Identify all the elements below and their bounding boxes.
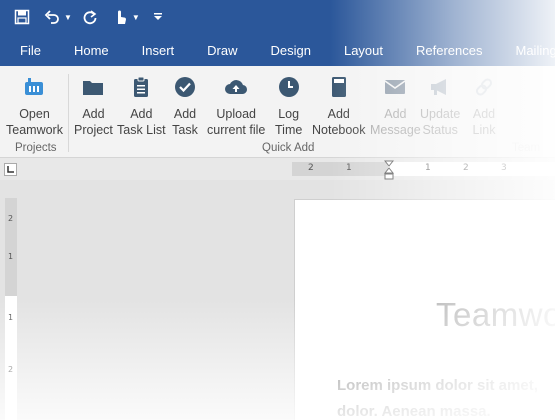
add-project-label-2: Project	[74, 123, 113, 137]
link-icon	[471, 74, 497, 100]
log-time-label-2: Time	[275, 123, 303, 137]
redo-icon[interactable]	[78, 5, 102, 29]
tab-design[interactable]: Design	[255, 43, 328, 58]
vruler-tick-label: 2	[8, 214, 14, 223]
check-circle-icon	[172, 74, 198, 100]
ruler-left-margin	[292, 162, 388, 176]
document-title: Teamwork	[436, 296, 555, 333]
add-task-label-2: Task	[172, 123, 198, 137]
log-time-button[interactable]: Log Time	[275, 74, 302, 138]
horizontal-ruler[interactable]: 2 1 1 2 3	[292, 160, 555, 180]
quick-access-toolbar: ▼ ▼	[0, 0, 176, 34]
ribbon-tabs: File Home Insert Draw Design Layout Refe…	[0, 34, 555, 66]
add-task-list-label-1: Add	[130, 107, 153, 121]
ruler-tick-label: 2	[308, 163, 314, 173]
add-task-label-1: Add	[173, 107, 197, 121]
tab-references[interactable]: References	[400, 43, 499, 58]
touch-mode-icon[interactable]	[108, 5, 132, 29]
vruler-tick-label: 1	[8, 313, 14, 322]
add-message-button[interactable]: Add Message	[370, 74, 421, 138]
open-teamwork-button[interactable]: Open Teamwork	[6, 74, 63, 138]
indent-marker-icon[interactable]	[384, 160, 394, 180]
clock-icon	[276, 74, 302, 100]
add-notebook-label-2: Notebook	[312, 123, 366, 137]
log-time-label-1: Log	[278, 107, 300, 121]
group-separator	[68, 74, 69, 152]
add-task-list-label-2: Task List	[117, 123, 166, 137]
update-status-button[interactable]: Update Status	[420, 74, 460, 138]
ruler-tick-label: 1	[346, 163, 352, 173]
update-status-label-1: Update	[420, 107, 461, 121]
undo-dropdown-icon[interactable]: ▼	[64, 13, 72, 22]
cloud-upload-icon	[223, 74, 249, 100]
document-body-text: Lorem ipsum dolor sit amet, dolor. Aenea…	[337, 377, 538, 420]
group-label-projects: Projects	[15, 142, 57, 154]
megaphone-icon	[427, 74, 453, 100]
vertical-ruler[interactable]: 2 1 1 2	[5, 198, 17, 420]
open-teamwork-label-1: Open	[19, 107, 50, 121]
vruler-tick-label: 2	[8, 365, 14, 374]
add-notebook-label-1: Add	[327, 107, 350, 121]
touch-dropdown-icon[interactable]: ▼	[132, 13, 140, 22]
add-task-list-button[interactable]: Add Task List	[117, 74, 166, 138]
add-task-button[interactable]: Add Task	[172, 74, 198, 138]
clipboard-icon	[128, 74, 154, 100]
open-teamwork-label-2: Teamwork	[6, 123, 63, 137]
undo-icon[interactable]	[40, 5, 64, 29]
title-bar: ▼ ▼	[0, 0, 555, 34]
tab-insert[interactable]: Insert	[126, 43, 192, 58]
ruler-tick-label: 2	[463, 163, 469, 173]
group-label-team: Team	[512, 142, 541, 154]
tab-draw[interactable]: Draw	[191, 43, 254, 58]
ruler-tick-label: 1	[425, 163, 431, 173]
tab-layout[interactable]: Layout	[328, 43, 400, 58]
ribbon: Open Teamwork Projects Add Project Add T…	[0, 66, 555, 158]
add-link-label-2: Link	[472, 123, 496, 137]
horizontal-ruler-row: 2 1 1 2 3	[0, 158, 555, 180]
tab-mailings[interactable]: Mailings	[500, 43, 555, 58]
add-message-label-1: Add	[384, 107, 407, 121]
tab-selector-icon[interactable]	[4, 163, 17, 176]
add-project-button[interactable]: Add Project	[74, 74, 113, 138]
document-page[interactable]: Teamwork Lorem ipsum dolor sit amet, dol…	[294, 199, 555, 420]
group-label-quick-add: Quick Add	[262, 142, 315, 154]
add-link-label-1: Add	[472, 107, 496, 121]
notebook-icon	[326, 74, 352, 100]
ruler-tick-label: 3	[501, 163, 507, 173]
update-status-label-2: Status	[422, 123, 458, 137]
vruler-tick-label: 1	[8, 252, 14, 261]
upload-label-2: current file	[207, 123, 266, 137]
add-project-label-1: Add	[82, 107, 105, 121]
tab-file[interactable]: File	[4, 43, 58, 58]
tab-home[interactable]: Home	[58, 43, 126, 58]
upload-label-1: Upload	[216, 107, 256, 121]
add-message-label-2: Message	[370, 123, 421, 137]
teamwork-logo-icon	[21, 74, 47, 100]
vertical-ruler-top-margin	[5, 198, 17, 296]
customize-qat-icon[interactable]	[146, 5, 170, 29]
add-link-button[interactable]: Add Link	[471, 74, 497, 138]
envelope-icon	[382, 74, 408, 100]
folder-icon	[80, 74, 106, 100]
save-icon[interactable]	[10, 5, 34, 29]
upload-current-file-button[interactable]: Upload current file	[207, 74, 265, 138]
document-canvas: Teamwork Lorem ipsum dolor sit amet, dol…	[22, 180, 555, 420]
add-notebook-button[interactable]: Add Notebook	[312, 74, 366, 138]
